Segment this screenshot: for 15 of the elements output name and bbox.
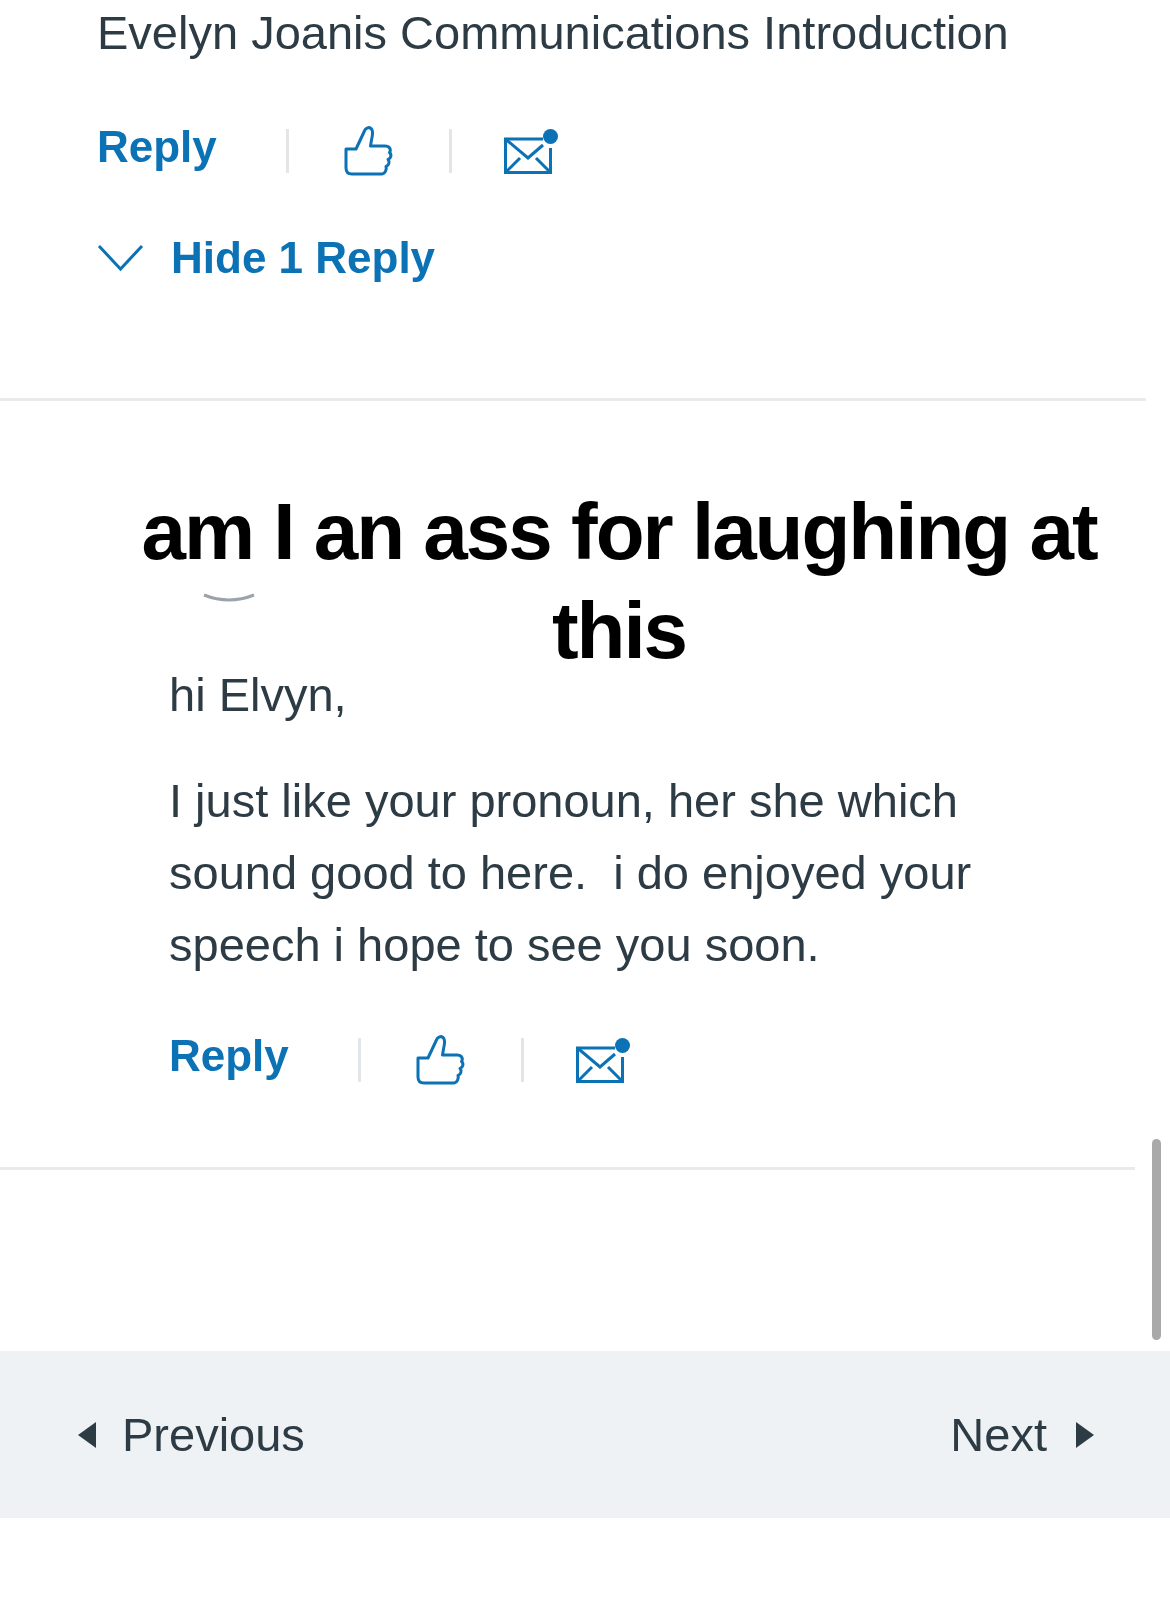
envelope-icon[interactable] bbox=[502, 127, 559, 175]
envelope-icon[interactable] bbox=[574, 1036, 631, 1084]
reply-link[interactable]: Reply bbox=[97, 121, 217, 173]
next-button[interactable]: Next bbox=[950, 1406, 1094, 1463]
caption-line: this bbox=[551, 588, 687, 674]
reply-greeting: hi Elvyn, bbox=[169, 667, 347, 723]
previous-button[interactable]: Previous bbox=[78, 1406, 305, 1463]
reply-body: I just like your pronoun, her she which sound good to here. i do enjoyed your speech i hope to see you soon. bbox=[169, 773, 973, 973]
entry-title: Evelyn Joanis Communications Introduction bbox=[97, 5, 1010, 61]
reply-link[interactable]: Reply bbox=[169, 1030, 289, 1082]
caption-line: am I an ass for laughing at bbox=[141, 489, 1097, 575]
hide-replies-toggle[interactable]: Hide 1 Reply bbox=[97, 230, 436, 286]
avatar-arc bbox=[203, 593, 255, 603]
caret-left-icon bbox=[78, 1421, 96, 1448]
caret-right-icon bbox=[1076, 1421, 1094, 1448]
